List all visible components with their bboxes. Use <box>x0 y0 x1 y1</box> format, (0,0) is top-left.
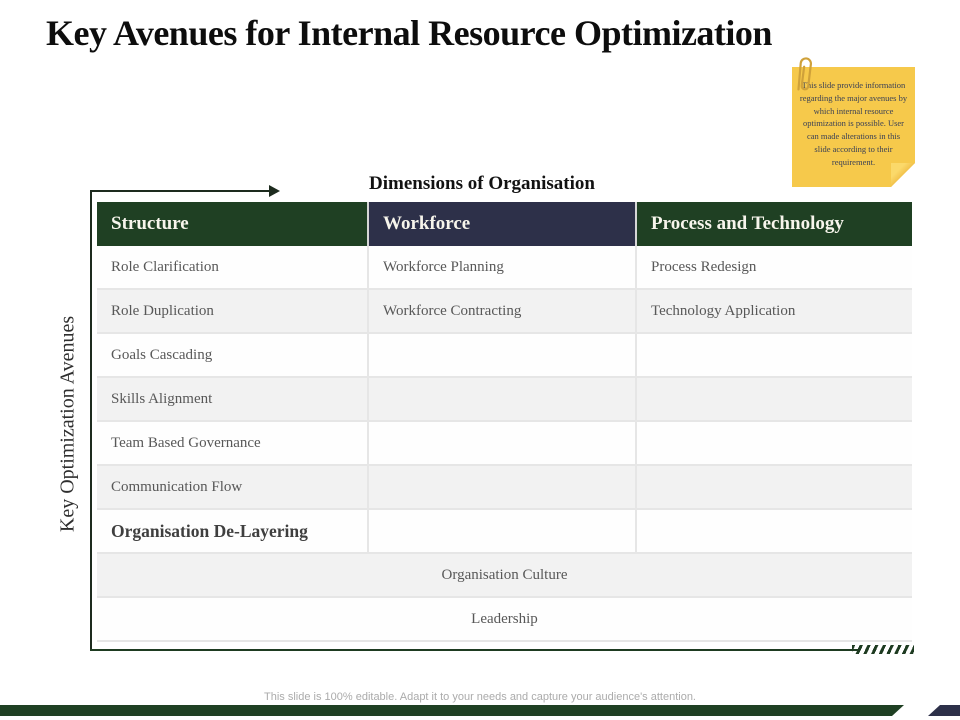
table-cell: Team Based Governance <box>97 422 369 466</box>
table-row: Skills Alignment <box>97 378 912 422</box>
table-cell <box>637 378 912 422</box>
merged-row-organisation-culture: Organisation Culture <box>97 554 912 598</box>
table-header-row: Structure Workforce Process and Technolo… <box>97 202 912 246</box>
table-cell: Workforce Contracting <box>369 290 637 334</box>
merged-row-leadership: Leadership <box>97 598 912 642</box>
table-cell <box>369 334 637 378</box>
header-workforce: Workforce <box>369 202 637 246</box>
table-row: Role Duplication Workforce Contracting T… <box>97 290 912 334</box>
header-structure: Structure <box>97 202 369 246</box>
table-cell: Role Duplication <box>97 290 369 334</box>
dimensions-table: Structure Workforce Process and Technolo… <box>97 202 912 642</box>
axis-hatch-pattern <box>852 645 914 654</box>
table-cell <box>369 466 637 510</box>
axis-bottom-line <box>90 649 860 651</box>
header-process-technology: Process and Technology <box>637 202 912 246</box>
paperclip-icon <box>789 53 815 97</box>
table-cell-organisation-delayering: Organisation De-Layering <box>97 510 369 554</box>
table-cell <box>637 466 912 510</box>
table-cell: Role Clarification <box>97 246 369 290</box>
footer-bar-green <box>0 705 904 716</box>
table-cell: Goals Cascading <box>97 334 369 378</box>
axis-arrow-line <box>91 190 271 192</box>
footer-note: This slide is 100% editable. Adapt it to… <box>0 691 960 703</box>
table-cell: Skills Alignment <box>97 378 369 422</box>
table-cell <box>369 378 637 422</box>
table-row: Goals Cascading <box>97 334 912 378</box>
table-row: Communication Flow <box>97 466 912 510</box>
table-cell: Process Redesign <box>637 246 912 290</box>
table-row: Organisation De-Layering <box>97 510 912 554</box>
table-cell <box>637 422 912 466</box>
slide: Key Avenues for Internal Resource Optimi… <box>0 0 960 720</box>
table-cell: Technology Application <box>637 290 912 334</box>
table-cell: Workforce Planning <box>369 246 637 290</box>
table-cell: Communication Flow <box>97 466 369 510</box>
table-cell <box>369 422 637 466</box>
footer-bar-navy <box>928 705 960 716</box>
axis-arrowhead-icon <box>269 185 280 197</box>
sticky-note-fold <box>891 163 915 187</box>
table-row: Role Clarification Workforce Planning Pr… <box>97 246 912 290</box>
y-axis-label: Key Optimization Avenues <box>57 316 80 532</box>
table-row: Team Based Governance <box>97 422 912 466</box>
table-cell <box>637 510 912 554</box>
axis-vertical-line <box>90 190 92 651</box>
table-cell <box>637 334 912 378</box>
table-cell <box>369 510 637 554</box>
page-title: Key Avenues for Internal Resource Optimi… <box>46 12 926 54</box>
